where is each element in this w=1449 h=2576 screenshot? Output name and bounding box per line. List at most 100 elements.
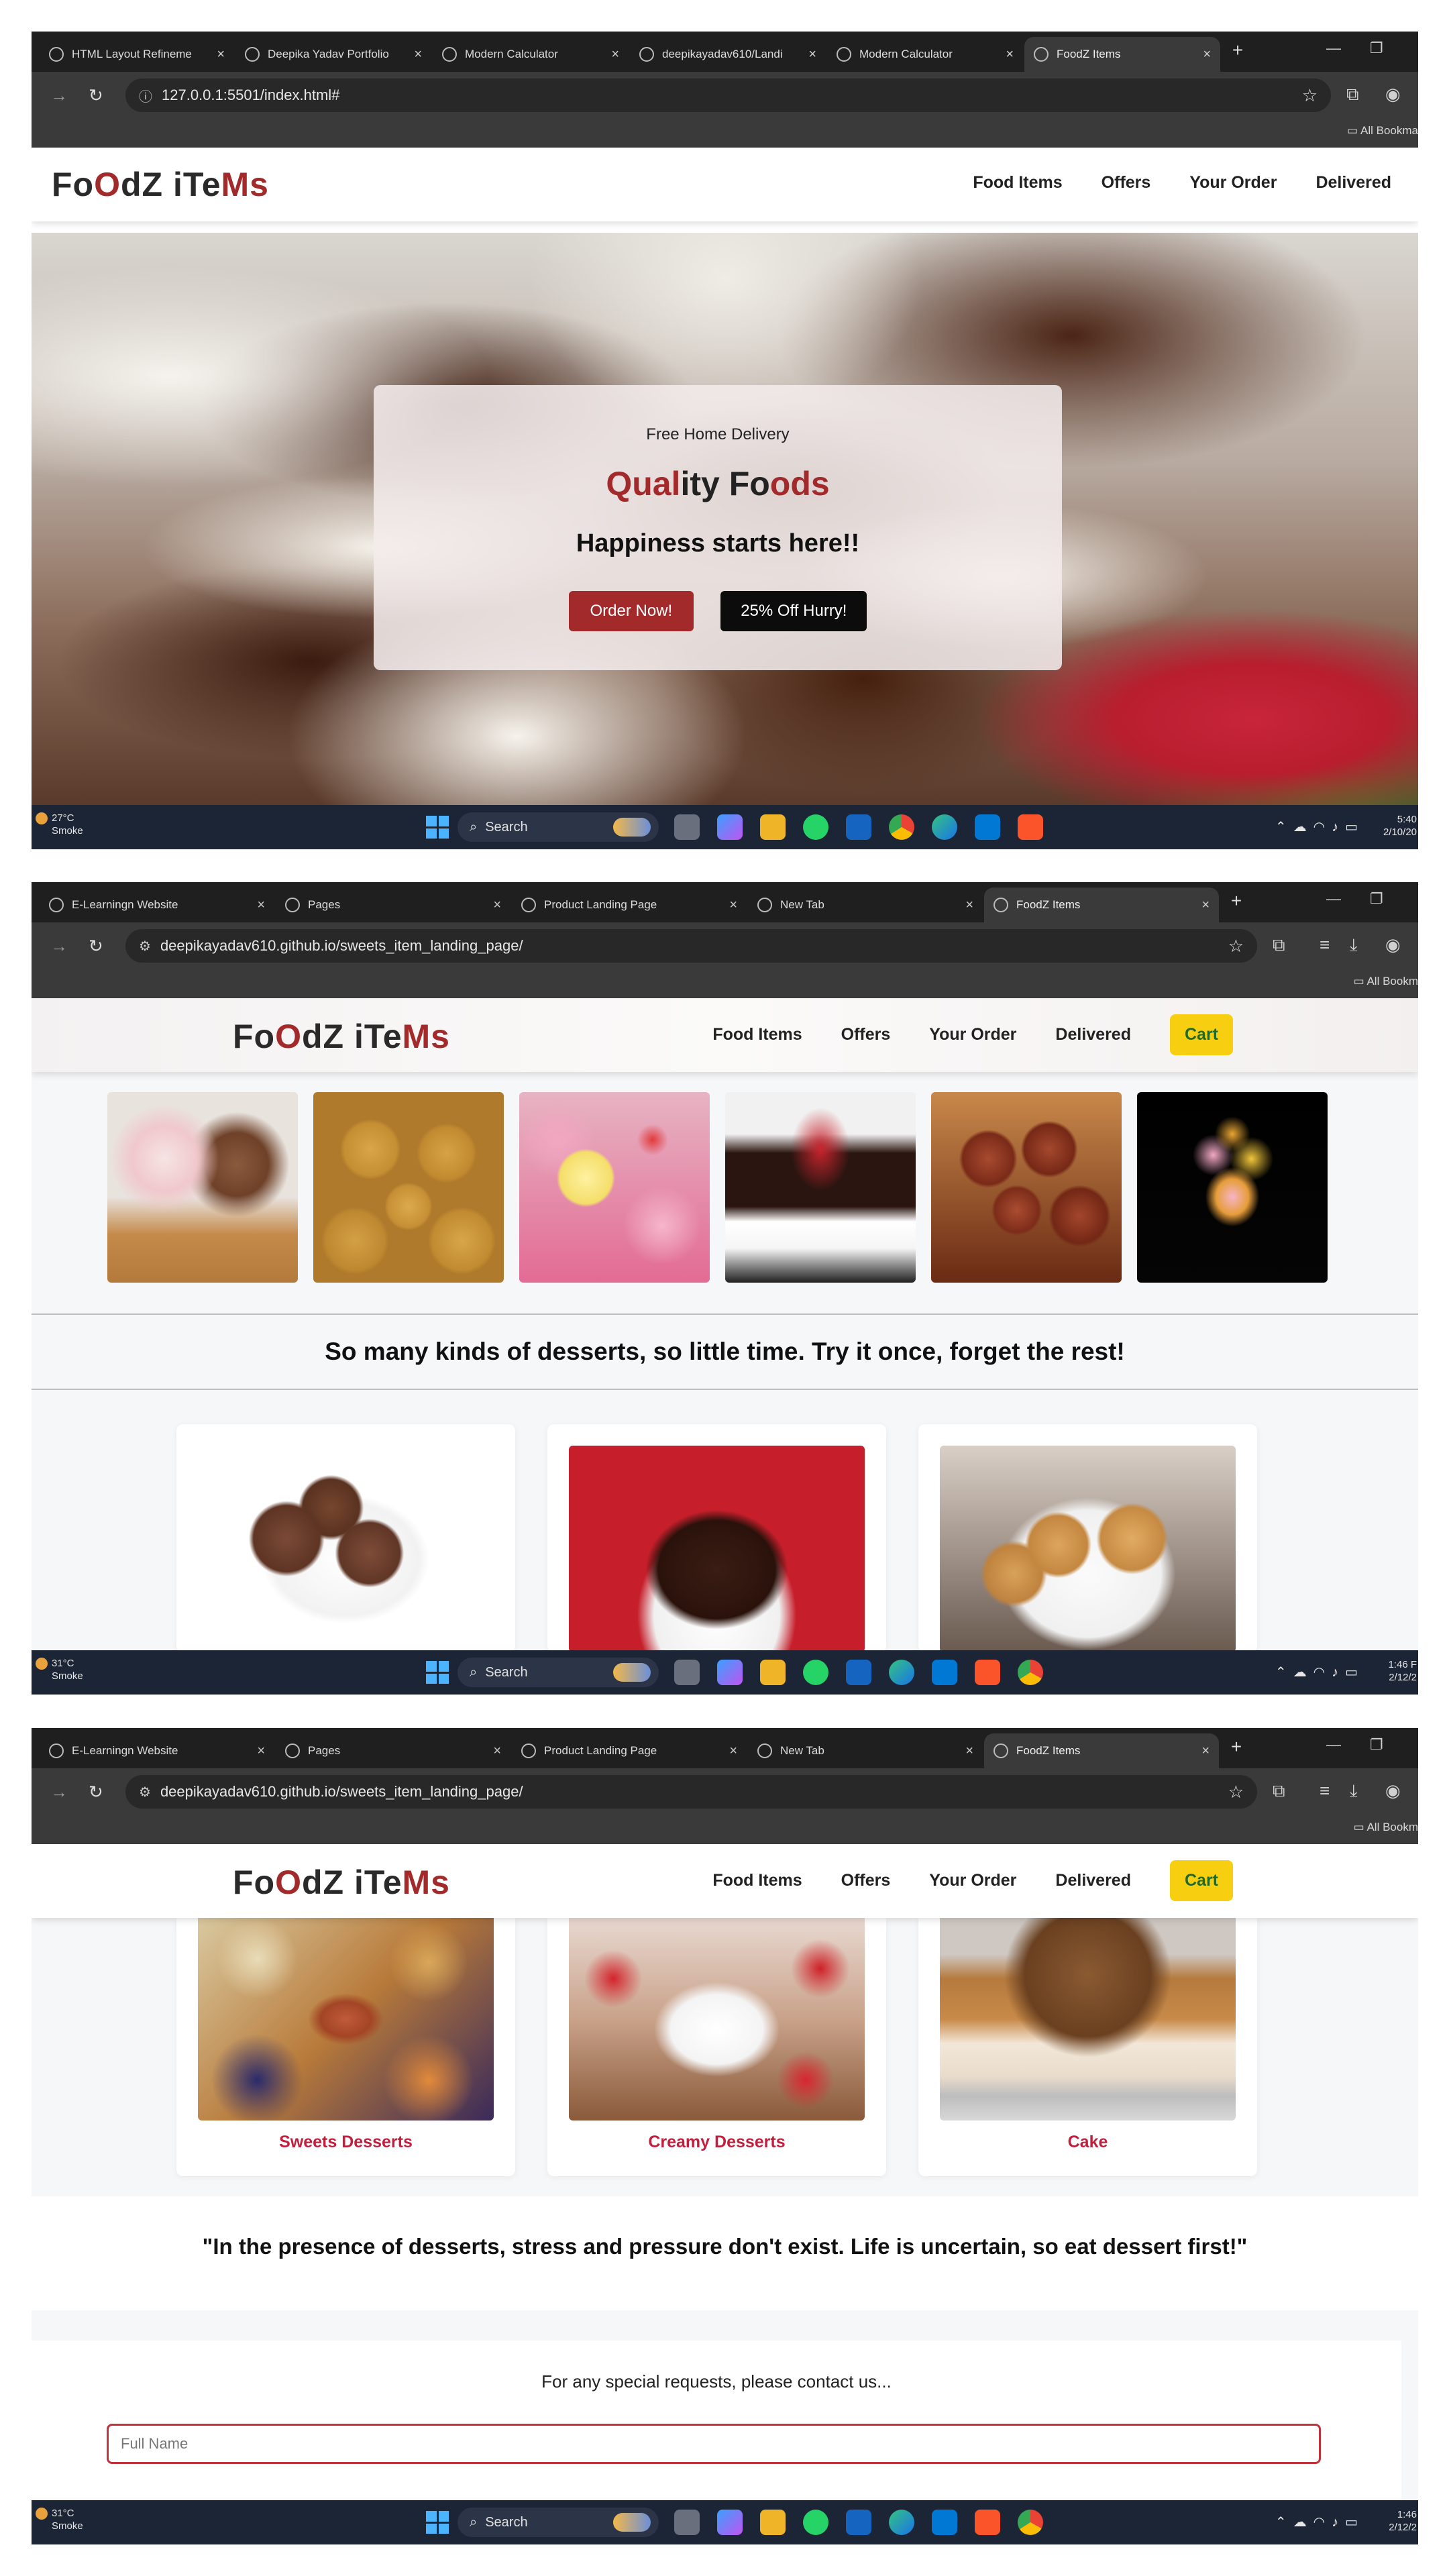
category-card-creamy[interactable]: Creamy Desserts xyxy=(547,1918,886,2176)
close-icon[interactable]: × xyxy=(1201,898,1210,913)
close-icon[interactable]: × xyxy=(257,898,265,913)
whatsapp-icon[interactable] xyxy=(803,2510,828,2535)
edge-icon[interactable] xyxy=(889,2510,914,2535)
reload-icon[interactable]: ↻ xyxy=(89,85,103,106)
tab[interactable]: deepikayadav610/Landi × xyxy=(630,37,826,72)
category-card-cake[interactable]: Cake xyxy=(918,1918,1257,2176)
file-explorer-icon[interactable] xyxy=(760,814,786,840)
clock[interactable]: 1:46 F 2/12/2 xyxy=(1388,1658,1417,1684)
category-card[interactable] xyxy=(918,1424,1257,1652)
weather-widget[interactable]: 31°C Smoke xyxy=(36,2507,83,2532)
nav-food-items[interactable]: Food Items xyxy=(712,1025,802,1044)
vscode-icon[interactable] xyxy=(975,814,1000,840)
nav-offers[interactable]: Offers xyxy=(841,1025,891,1044)
new-tab-button[interactable]: + xyxy=(1224,40,1251,61)
media-icon[interactable]: ≡ xyxy=(1320,934,1330,955)
minimize-icon[interactable]: — xyxy=(1326,40,1341,57)
caramel-cake-image[interactable] xyxy=(940,1918,1236,2121)
close-icon[interactable]: × xyxy=(1203,47,1211,62)
cart-button[interactable]: Cart xyxy=(1169,1860,1233,1901)
chocolate-ice-cream-image[interactable] xyxy=(198,1446,494,1652)
nav-delivered[interactable]: Delivered xyxy=(1055,1025,1131,1044)
close-icon[interactable]: × xyxy=(257,1743,265,1759)
download-icon[interactable]: ⤓ xyxy=(1350,1780,1358,1802)
tab[interactable]: Modern Calculator × xyxy=(433,37,629,72)
extensions-icon[interactable]: ⧉ xyxy=(1346,84,1359,105)
category-label[interactable]: Sweets Desserts xyxy=(176,2133,515,2152)
close-icon[interactable]: × xyxy=(965,898,973,913)
tab[interactable]: New Tab × xyxy=(748,1733,983,1768)
close-icon[interactable]: × xyxy=(493,1743,501,1759)
category-card[interactable] xyxy=(176,1424,515,1652)
site-logo[interactable]: FoOdZ iTeMs xyxy=(52,165,269,204)
brave-icon[interactable] xyxy=(975,1660,1000,1685)
system-tray[interactable]: ⌃☁◠♪▭ xyxy=(1275,1664,1364,1680)
tab[interactable]: New Tab × xyxy=(748,888,983,922)
laddoo-image[interactable] xyxy=(313,1092,504,1283)
outlook-icon[interactable] xyxy=(846,2510,871,2535)
new-tab-button[interactable]: + xyxy=(1223,1736,1250,1758)
media-icon[interactable]: ≡ xyxy=(1320,1780,1330,1801)
nav-offers[interactable]: Offers xyxy=(1102,173,1151,193)
chrome-icon[interactable] xyxy=(1018,2510,1043,2535)
brave-icon[interactable] xyxy=(975,2510,1000,2535)
whatsapp-icon[interactable] xyxy=(803,814,828,840)
extensions-icon[interactable]: ⧉ xyxy=(1273,934,1285,956)
site-logo[interactable]: FoOdZ iTeMs xyxy=(233,1863,450,1902)
order-now-button[interactable]: Order Now! xyxy=(568,591,694,631)
star-icon[interactable]: ☆ xyxy=(1302,85,1318,106)
windows-start-icon[interactable] xyxy=(426,816,449,839)
forward-icon[interactable]: → xyxy=(50,936,68,957)
nav-your-order[interactable]: Your Order xyxy=(929,1871,1016,1890)
restore-icon[interactable]: ❐ xyxy=(1370,1736,1383,1754)
weather-widget[interactable]: 31°C Smoke xyxy=(36,1657,83,1682)
profile-avatar[interactable]: ◉ xyxy=(1385,84,1401,105)
vscode-icon[interactable] xyxy=(932,1660,957,1685)
tab[interactable]: Pages × xyxy=(276,888,511,922)
chrome-icon[interactable] xyxy=(1018,1660,1043,1685)
offer-button[interactable]: 25% Off Hurry! xyxy=(720,591,867,631)
taskbar-search[interactable]: ⌕ Search xyxy=(458,812,659,842)
outlook-icon[interactable] xyxy=(846,1660,871,1685)
nav-food-items[interactable]: Food Items xyxy=(712,1871,802,1890)
tab-active[interactable]: FoodZ Items × xyxy=(984,1733,1219,1768)
brownies-image[interactable] xyxy=(569,1446,865,1652)
bundt-cakes-image[interactable] xyxy=(940,1446,1236,1652)
whatsapp-icon[interactable] xyxy=(803,1660,828,1685)
profile-avatar[interactable]: ◉ xyxy=(1385,934,1401,955)
edge-icon[interactable] xyxy=(889,1660,914,1685)
tab[interactable]: Deepika Yadav Portfolio × xyxy=(235,37,431,72)
nav-delivered[interactable]: Delivered xyxy=(1316,173,1391,193)
close-icon[interactable]: × xyxy=(414,47,422,62)
close-icon[interactable]: × xyxy=(493,898,501,913)
tab[interactable]: E-Learningn Website × xyxy=(40,888,274,922)
close-icon[interactable]: × xyxy=(965,1743,973,1759)
tab[interactable]: E-Learningn Website × xyxy=(40,1733,274,1768)
file-explorer-icon[interactable] xyxy=(760,2510,786,2535)
restore-icon[interactable]: ❐ xyxy=(1370,40,1383,57)
windows-start-icon[interactable] xyxy=(426,2511,449,2534)
creamy-dessert-image[interactable] xyxy=(569,1918,865,2121)
all-bookmarks-folder[interactable]: ▭ All Bookma xyxy=(1347,124,1418,138)
edge-icon[interactable] xyxy=(932,814,957,840)
ice-cream-cones-image[interactable] xyxy=(107,1092,298,1283)
profile-avatar[interactable]: ◉ xyxy=(1385,1780,1401,1801)
category-card-sweets[interactable]: Sweets Desserts xyxy=(176,1918,515,2176)
nav-your-order[interactable]: Your Order xyxy=(929,1025,1016,1044)
all-bookmarks-folder[interactable]: ▭ All Bookm xyxy=(1354,975,1418,988)
forward-icon[interactable]: → xyxy=(50,85,68,106)
site-logo[interactable]: FoOdZ iTeMs xyxy=(233,1017,450,1056)
taskbar-search[interactable]: ⌕ Search xyxy=(458,2508,659,2537)
category-label[interactable]: Creamy Desserts xyxy=(547,2133,886,2152)
close-icon[interactable]: × xyxy=(808,47,816,62)
copilot-icon[interactable] xyxy=(717,1660,743,1685)
nav-food-items[interactable]: Food Items xyxy=(973,173,1062,193)
all-bookmarks-folder[interactable]: ▭ All Bookm xyxy=(1354,1821,1418,1834)
category-card[interactable] xyxy=(547,1424,886,1652)
close-icon[interactable]: × xyxy=(611,47,619,62)
gulab-jamun-image[interactable] xyxy=(931,1092,1122,1283)
task-view-icon[interactable] xyxy=(674,1660,700,1685)
brave-icon[interactable] xyxy=(1018,814,1043,840)
tab[interactable]: Modern Calculator × xyxy=(827,37,1023,72)
chrome-icon[interactable] xyxy=(889,814,914,840)
